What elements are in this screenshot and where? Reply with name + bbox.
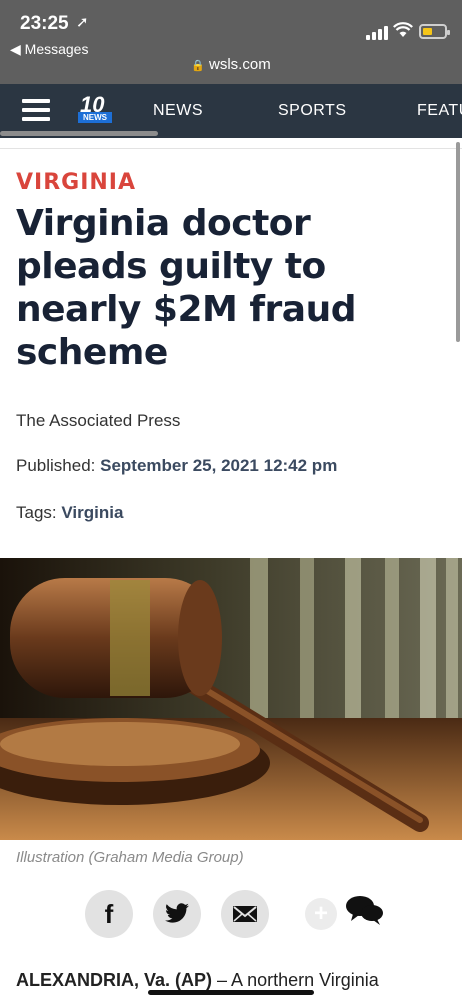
address-bar[interactable]: 🔒 wsls.com (0, 56, 462, 73)
home-indicator[interactable] (148, 990, 314, 995)
lock-icon: 🔒 (191, 60, 206, 72)
hamburger-menu-icon[interactable] (22, 99, 50, 121)
divider (0, 148, 462, 149)
article-author: The Associated Press (16, 411, 181, 430)
twitter-share-button[interactable] (153, 890, 201, 938)
site-nav: 10 NEWS NEWS SPORTS FEATU (0, 84, 462, 138)
nav-item-sports[interactable]: SPORTS (278, 102, 347, 120)
envelope-icon (233, 906, 257, 922)
tags-label: Tags: (16, 503, 57, 522)
article-photo (0, 558, 462, 840)
battery-icon (419, 24, 450, 39)
article-lede: ALEXANDRIA, Va. (AP) – A northern Virgin… (16, 970, 456, 991)
more-share-icon[interactable]: + (305, 898, 337, 930)
email-share-button[interactable] (221, 890, 269, 938)
article-kicker[interactable]: VIRGINIA (16, 170, 136, 195)
lede-dateline: ALEXANDRIA, Va. (AP) (16, 970, 213, 990)
wifi-icon (393, 22, 413, 43)
comments-icon[interactable] (345, 893, 385, 927)
tag-link-virginia[interactable]: Virginia (61, 503, 123, 522)
lede-text: – A northern Virginia (212, 970, 379, 990)
published-label: Published: (16, 456, 96, 475)
article-tags: Tags: Virginia (16, 503, 123, 523)
location-arrow-icon: ➚ (76, 14, 89, 31)
station-logo[interactable]: 10 NEWS (78, 92, 112, 124)
facebook-icon: f (104, 898, 114, 929)
cellular-signal-icon (366, 26, 388, 40)
photo-caption: Illustration (Graham Media Group) (16, 849, 244, 866)
nav-item-features[interactable]: FEATU (417, 102, 462, 120)
published-date: Published: September 25, 2021 12:42 pm (16, 456, 337, 476)
logo-tag: NEWS (78, 112, 112, 123)
nav-scrollbar[interactable] (0, 131, 158, 136)
nav-item-news[interactable]: NEWS (153, 102, 203, 120)
facebook-share-button[interactable]: f (85, 890, 133, 938)
article-headline: Virginia doctor pleads guilty to nearly … (16, 203, 357, 373)
url-text: wsls.com (209, 56, 271, 73)
page-scrollbar[interactable] (456, 142, 460, 342)
status-bar: 23:25 ➚ ◀ Messages 🔒 wsls.com (0, 0, 462, 84)
status-time: 23:25 (20, 13, 69, 34)
published-value: September 25, 2021 12:42 pm (100, 456, 338, 475)
twitter-icon (165, 903, 189, 923)
